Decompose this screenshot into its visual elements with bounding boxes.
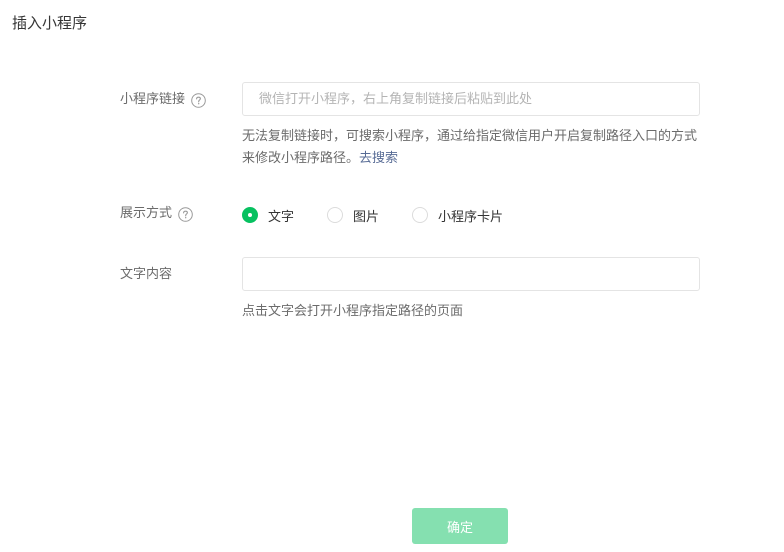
search-link[interactable]: 去搜索 bbox=[359, 151, 398, 166]
display-mode-label: 展示方式 bbox=[120, 206, 173, 221]
radio-option-image[interactable]: 图片 bbox=[327, 206, 379, 225]
miniprogram-link-hint: 无法复制链接时，可搜索小程序，通过给指定微信用户开启复制路径入口的方式来修改小程… bbox=[242, 126, 700, 170]
text-content-hint: 点击文字会打开小程序指定路径的页面 bbox=[242, 304, 464, 319]
radio-checked-icon[interactable] bbox=[242, 207, 258, 223]
radio-label-text: 文字 bbox=[268, 209, 295, 225]
miniprogram-link-label: 小程序链接 bbox=[120, 92, 186, 107]
text-content-label-row: 文字内容 bbox=[120, 266, 172, 284]
insert-miniprogram-dialog: 插入小程序 小程序链接 无法复制链接时，可搜索小程序，通过给指定微信用户开启复制… bbox=[0, 0, 784, 552]
miniprogram-link-hint-text: 无法复制链接时，可搜索小程序，通过给指定微信用户开启复制路径入口的方式来修改小程… bbox=[242, 129, 698, 166]
display-mode-radio-group: 文字 图片 小程序卡片 bbox=[242, 205, 503, 225]
question-circle-icon[interactable] bbox=[191, 92, 206, 108]
radio-unchecked-icon[interactable] bbox=[327, 207, 344, 223]
radio-unchecked-icon[interactable] bbox=[412, 207, 429, 223]
dialog-title: 插入小程序 bbox=[12, 14, 88, 32]
miniprogram-link-label-row: 小程序链接 bbox=[120, 91, 206, 109]
text-content-input[interactable] bbox=[242, 257, 700, 291]
confirm-button[interactable]: 确定 bbox=[412, 508, 508, 544]
radio-option-card[interactable]: 小程序卡片 bbox=[412, 206, 503, 225]
radio-label-image: 图片 bbox=[353, 209, 380, 225]
miniprogram-link-input[interactable] bbox=[242, 82, 700, 116]
radio-label-card: 小程序卡片 bbox=[438, 209, 504, 225]
question-circle-icon[interactable] bbox=[178, 206, 193, 222]
radio-option-text[interactable]: 文字 bbox=[242, 206, 294, 225]
text-content-label: 文字内容 bbox=[120, 267, 173, 282]
display-mode-label-row: 展示方式 bbox=[120, 205, 193, 223]
